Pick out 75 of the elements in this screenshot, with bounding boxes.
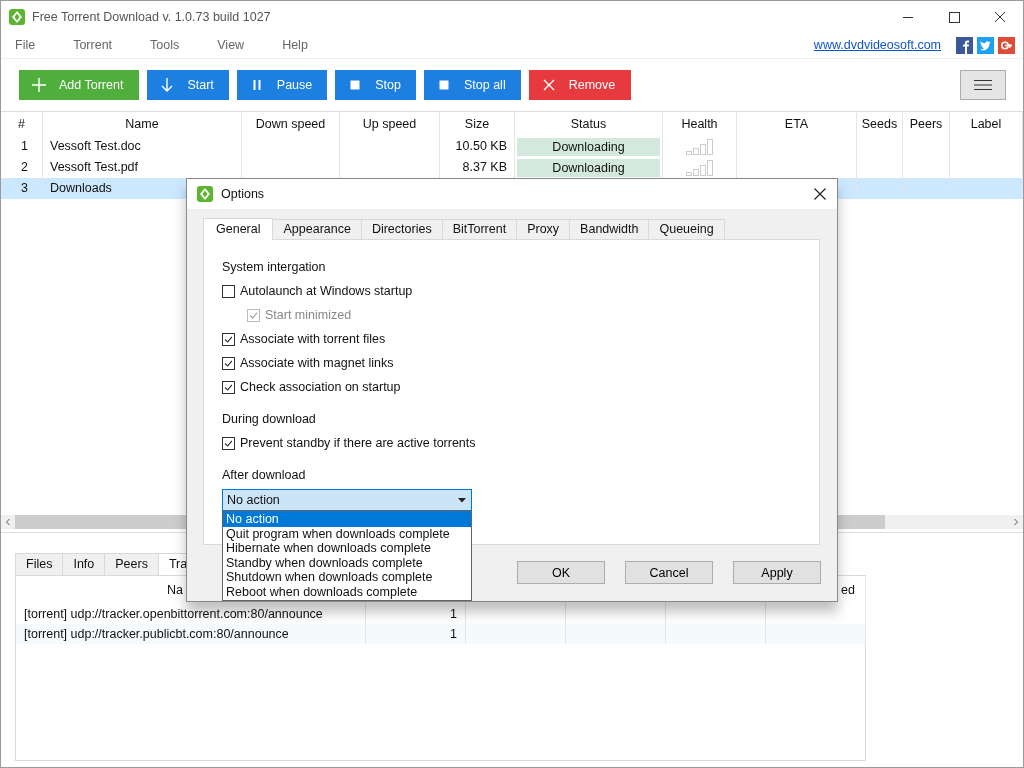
table-cell: 3 [1,178,43,199]
menu-item[interactable]: Torrent [73,38,113,52]
close-icon[interactable] [813,187,827,201]
dropdown-option[interactable]: Hibernate when downloads complete [223,541,471,556]
status-badge: Downloading [517,137,660,156]
menu-button[interactable] [960,70,1006,100]
column-header[interactable]: Down speed [242,112,340,136]
section-heading: During download [222,411,317,428]
column-header[interactable]: Label [950,112,1023,136]
plus-icon [31,77,47,93]
google-plus-icon[interactable] [998,36,1015,54]
toolbar-button[interactable]: Pause [236,70,328,100]
dropdown-option[interactable]: Reboot when downloads complete [223,584,471,600]
dropdown[interactable]: No action [222,489,472,511]
checkbox[interactable] [222,436,235,450]
dialog-button[interactable]: Apply [733,561,821,584]
checkbox[interactable] [222,284,235,298]
menu-item[interactable]: Help [282,38,308,52]
column-header[interactable]: Size [440,112,515,136]
panel-tab[interactable]: Info [62,553,106,575]
options-tab[interactable]: Proxy [516,219,571,239]
menu-item[interactable]: View [217,38,245,52]
toolbar-button[interactable]: Stop [335,70,416,100]
column-header[interactable]: Health [663,112,737,136]
checkbox-label[interactable]: Autolaunch at Windows startup [240,284,413,298]
facebook-icon[interactable] [956,36,973,54]
health-icon [684,137,715,156]
caret-icon [458,497,466,503]
checkbox-label[interactable]: Associate with magnet links [240,356,394,370]
health-icon [684,158,715,177]
status-badge: Downloading [517,158,660,177]
checkbox[interactable] [222,380,235,394]
options-tab[interactable]: Queueing [648,219,725,239]
options-tab[interactable]: Appearance [272,219,362,239]
dialog-button[interactable]: Cancel [625,561,713,584]
checkbox-label[interactable]: Prevent standby if there are active torrents [240,436,476,450]
checkbox[interactable] [222,356,235,370]
options-tab[interactable]: General [203,218,274,240]
torrent-row[interactable]: 1 Vessoft Test.doc 10.50 KB Downloading [1,136,1023,157]
dropdown-option[interactable]: Quit program when downloads complete [223,526,471,542]
column-header[interactable]: Seeds [857,112,903,136]
column-header[interactable]: Peers [903,112,950,136]
table-cell: 1 [366,624,466,644]
table-cell-text: 8.37 KB [462,159,507,176]
window-title: Free Torrent Download v. 1.0.73 build 1027 [32,9,271,24]
app-logo-icon [197,186,213,202]
checkbox[interactable] [222,332,235,346]
dropdown-option[interactable]: Shutdown when downloads complete [223,570,471,585]
section-heading: After download [222,467,307,484]
menu-item[interactable]: File [15,38,36,52]
column-header[interactable]: # [1,112,43,136]
panel-tab[interactable]: Files [15,553,64,575]
website-link[interactable]: www.dvdvideosoft.com [813,38,941,52]
checkbox-label[interactable]: Associate with torrent files [240,332,386,346]
table-cell: Vessoft Test.doc [43,136,242,157]
table-cell: 1 [1,136,43,157]
dropdown-option[interactable]: No action [223,512,471,527]
toolbar-button[interactable]: Start [147,70,229,100]
table-cell-text: 10.50 KB [455,138,507,155]
toolbar-button[interactable]: Remove [528,70,632,100]
column-header[interactable]: Up speed [340,112,440,136]
menu-item[interactable]: Tools [150,38,180,52]
column-header[interactable]: Status [515,112,663,136]
menu-icon [974,79,992,91]
checkbox-label[interactable]: Check association on startup [240,380,401,394]
column-header[interactable]: Name [43,112,242,136]
toolbar-button[interactable]: Stop all [424,70,521,100]
dropdown-option[interactable]: Standby when downloads complete [223,555,471,571]
panel-tab[interactable]: Peers [104,553,159,575]
app-logo-icon [9,8,25,25]
column-header[interactable]: ETA [737,112,857,136]
table-cell: [torrent] udp://tracker.publicbt.com:80/announce [16,624,366,644]
twitter-icon[interactable] [977,36,994,54]
section-heading: System intergation [222,259,327,276]
dialog-button[interactable]: OK [517,561,605,584]
